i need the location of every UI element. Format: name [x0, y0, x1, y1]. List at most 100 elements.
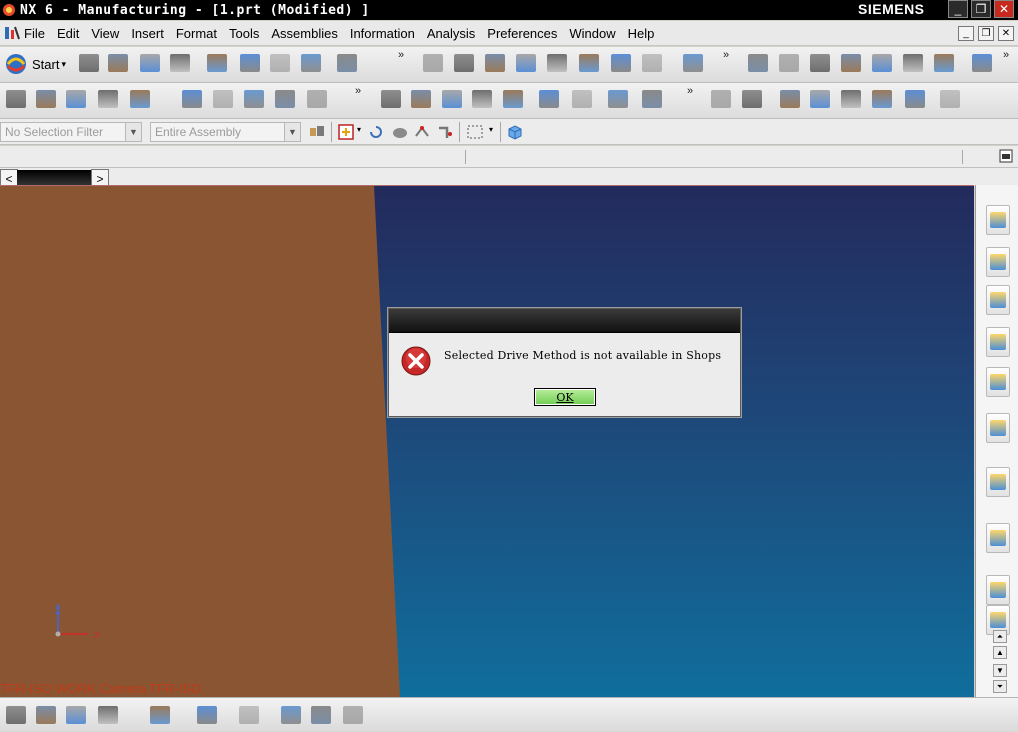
- shop-docs-icon[interactable]: [932, 51, 956, 75]
- system-materials-icon[interactable]: [986, 523, 1010, 553]
- rotate-icon[interactable]: [545, 51, 569, 75]
- probe-icon[interactable]: [778, 87, 802, 111]
- stock-icon[interactable]: [903, 87, 927, 111]
- point-icon[interactable]: [195, 703, 219, 727]
- measure-icon[interactable]: [970, 51, 994, 75]
- menu-edit[interactable]: Edit: [51, 26, 85, 41]
- machine-tool-icon[interactable]: [808, 51, 832, 75]
- render-style-icon[interactable]: [681, 51, 705, 75]
- toolbar-overflow-icon[interactable]: »: [355, 85, 361, 97]
- new-icon[interactable]: [77, 51, 101, 75]
- feature-icon[interactable]: [709, 87, 733, 111]
- scroll-down-icon[interactable]: ▼: [993, 664, 1007, 677]
- sim-icon[interactable]: [606, 87, 630, 111]
- start-button[interactable]: Start ▾: [4, 52, 66, 76]
- save-icon[interactable]: [138, 51, 162, 75]
- fixture-icon[interactable]: [839, 87, 863, 111]
- datum-plane-icon[interactable]: [279, 703, 303, 727]
- graphics-window[interactable]: X Z TFR-ISO WORK Camera TFR-ISO: [0, 185, 974, 697]
- edit-icon[interactable]: [379, 87, 403, 111]
- select-assembly-icon[interactable]: [308, 123, 326, 141]
- align-icon[interactable]: [870, 87, 894, 111]
- close-window-button[interactable]: ✕: [994, 0, 1014, 18]
- copy-operation-icon[interactable]: [440, 87, 464, 111]
- create-program-icon[interactable]: [4, 703, 28, 727]
- menu-preferences[interactable]: Preferences: [481, 26, 563, 41]
- view-orient-icon[interactable]: [609, 51, 633, 75]
- zoom-icon[interactable]: [483, 51, 507, 75]
- cue-expand-icon[interactable]: [999, 149, 1013, 163]
- gauge-icon[interactable]: [808, 87, 832, 111]
- machine-kit-icon[interactable]: [740, 87, 764, 111]
- chevron-down-icon[interactable]: ▾: [357, 125, 361, 134]
- hd3d-tools-icon[interactable]: [986, 367, 1010, 397]
- doc-minimize-button[interactable]: _: [958, 26, 974, 41]
- create-program-icon[interactable]: [4, 87, 28, 111]
- print-icon[interactable]: [168, 51, 192, 75]
- delete-icon[interactable]: [299, 51, 323, 75]
- create-method-icon[interactable]: [96, 87, 120, 111]
- close-operation-icon[interactable]: [938, 87, 962, 111]
- menu-format[interactable]: Format: [170, 26, 223, 41]
- scroll-bottom-icon[interactable]: ⏷: [993, 680, 1007, 693]
- component-icon[interactable]: [148, 703, 172, 727]
- menu-information[interactable]: Information: [344, 26, 421, 41]
- nx-menu-icon[interactable]: [3, 24, 21, 42]
- tool-path-icon[interactable]: [839, 51, 863, 75]
- postprocess-icon[interactable]: [901, 51, 925, 75]
- selection-filter-dropdown[interactable]: No Selection Filter ▼: [0, 122, 142, 142]
- open-icon[interactable]: [106, 51, 130, 75]
- cut-operation-icon[interactable]: [409, 87, 433, 111]
- doc-restore-button[interactable]: ❐: [978, 26, 994, 41]
- menu-file[interactable]: File: [24, 26, 51, 41]
- web-browser-icon[interactable]: [986, 413, 1010, 443]
- operation-navigator-icon[interactable]: [777, 51, 801, 75]
- part-navigator-icon[interactable]: [986, 285, 1010, 315]
- verify-tool-path-icon[interactable]: [273, 87, 297, 111]
- paste-icon[interactable]: [268, 51, 292, 75]
- create-tool-icon[interactable]: [34, 87, 58, 111]
- assembly-navigator-icon[interactable]: [986, 205, 1010, 235]
- rectangle-select-icon[interactable]: [466, 124, 484, 140]
- ok-button[interactable]: OK: [534, 388, 596, 406]
- generate-icon[interactable]: [180, 87, 204, 111]
- fit-icon[interactable]: [421, 51, 445, 75]
- pan-icon[interactable]: [514, 51, 538, 75]
- undo-icon[interactable]: [335, 51, 359, 75]
- verify-icon[interactable]: [870, 51, 894, 75]
- menu-window[interactable]: Window: [563, 26, 621, 41]
- delete-operation-icon[interactable]: [501, 87, 525, 111]
- curve-icon[interactable]: [237, 703, 261, 727]
- block-icon[interactable]: [341, 703, 365, 727]
- list-icon[interactable]: [242, 87, 266, 111]
- history-icon[interactable]: [986, 467, 1010, 497]
- undo-selection-icon[interactable]: [368, 124, 384, 140]
- post-icon[interactable]: [305, 87, 329, 111]
- scroll-up-icon[interactable]: ▲: [993, 646, 1007, 659]
- wcs-icon[interactable]: [746, 51, 770, 75]
- scope-dropdown[interactable]: Entire Assembly ▼: [150, 122, 301, 142]
- report-icon[interactable]: [640, 87, 664, 111]
- refresh-icon[interactable]: [577, 51, 601, 75]
- create-geometry-icon[interactable]: [64, 703, 88, 727]
- menu-help[interactable]: Help: [622, 26, 661, 41]
- scroll-top-icon[interactable]: ⏶: [993, 630, 1007, 643]
- shaded-icon[interactable]: [640, 51, 664, 75]
- doc-close-button[interactable]: ✕: [998, 26, 1014, 41]
- dialog-title-bar[interactable]: [389, 309, 740, 333]
- constraint-navigator-icon[interactable]: [986, 247, 1010, 277]
- menu-analysis[interactable]: Analysis: [421, 26, 481, 41]
- cut-icon[interactable]: [205, 51, 229, 75]
- curve-rule-icon[interactable]: [414, 124, 432, 140]
- menu-insert[interactable]: Insert: [125, 26, 170, 41]
- snap-point-icon[interactable]: [337, 123, 355, 141]
- zoom-window-icon[interactable]: [452, 51, 476, 75]
- toolbar-overflow-icon[interactable]: »: [723, 49, 729, 61]
- palette-icon[interactable]: [986, 575, 1010, 605]
- clamp-icon[interactable]: [570, 87, 594, 111]
- face-rule-icon[interactable]: [437, 124, 455, 140]
- toolbar-overflow-icon[interactable]: »: [1003, 49, 1009, 61]
- replay-icon[interactable]: [211, 87, 235, 111]
- solid-body-icon[interactable]: [391, 124, 409, 140]
- copy-icon[interactable]: [238, 51, 262, 75]
